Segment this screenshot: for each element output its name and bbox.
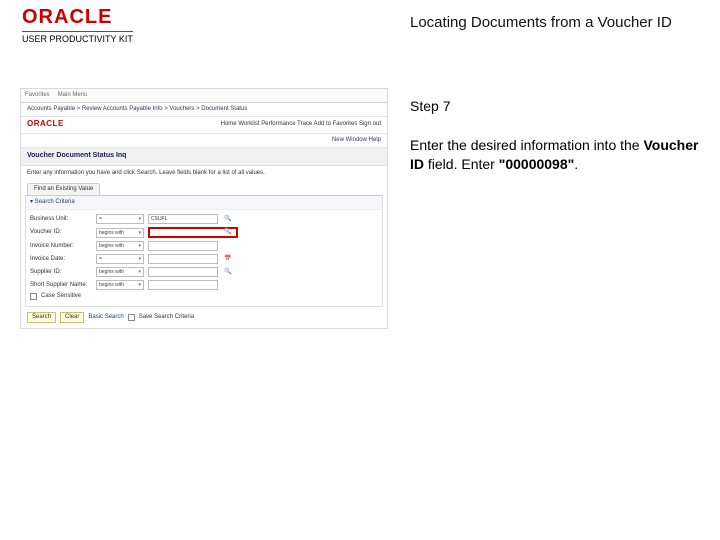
- inp-supplier-id[interactable]: [148, 267, 218, 277]
- lookup-supplier-id-icon[interactable]: 🔍: [222, 269, 234, 276]
- app-help-links: New Window Help: [332, 137, 381, 144]
- lbl-supplier-id: Supplier ID:: [30, 269, 92, 276]
- app-top-links: Home Worklist Performance Trace Add to F…: [221, 121, 381, 128]
- app-global-tabs: Favorites Main Menu: [21, 89, 387, 103]
- instruction-text: Enter the desired information into the V…: [410, 136, 702, 174]
- lbl-invoice-date: Invoice Date:: [30, 256, 92, 263]
- lbl-voucher-id: Voucher ID:: [30, 229, 92, 236]
- app-logo: ORACLE: [27, 119, 64, 129]
- logo-subtext: USER PRODUCTIVITY KIT: [22, 31, 133, 44]
- btn-clear[interactable]: Clear: [60, 312, 84, 323]
- breadcrumb: Accounts Payable > Review Accounts Payab…: [27, 106, 247, 113]
- app-page-header: Voucher Document Status Inq: [21, 148, 387, 165]
- tab-find-existing[interactable]: Find an Existing Value: [27, 183, 100, 195]
- lbl-business-unit: Business Unit:: [30, 216, 92, 223]
- btn-search[interactable]: Search: [27, 312, 56, 323]
- search-form: Business Unit: = CSUFL 🔍 Voucher ID: beg…: [26, 210, 382, 306]
- step-label: Step 7: [410, 98, 702, 114]
- link-worklist[interactable]: Worklist: [238, 121, 259, 127]
- op-business-unit[interactable]: =: [96, 214, 144, 224]
- lookup-business-unit-icon[interactable]: 🔍: [222, 216, 234, 223]
- link-home[interactable]: Home: [221, 121, 237, 127]
- link-favorites[interactable]: Add to Favorites: [314, 121, 358, 127]
- application-screenshot: Favorites Main Menu Accounts Payable > R…: [0, 70, 398, 540]
- cal-invoice-date-icon[interactable]: 📅: [222, 256, 234, 263]
- tab-main-menu[interactable]: Main Menu: [58, 92, 88, 99]
- page-title: Locating Documents from a Voucher ID: [398, 0, 720, 70]
- chk-save-search[interactable]: [128, 314, 135, 321]
- inp-invoice-number[interactable]: [148, 241, 218, 251]
- app-instruction-note: Enter any information you have and click…: [21, 166, 387, 183]
- link-perf-trace[interactable]: Performance Trace: [261, 121, 312, 127]
- section-search-criteria[interactable]: ▾ Search Criteria: [26, 196, 382, 210]
- op-invoice-number[interactable]: begins with: [96, 241, 144, 251]
- op-voucher-id[interactable]: begins with: [96, 228, 144, 238]
- logo-text: ORACLE: [22, 6, 398, 29]
- txt-post: field. Enter: [424, 156, 499, 172]
- lbl-case-sensitive: Case Sensitive: [41, 293, 81, 300]
- link-signout[interactable]: Sign out: [359, 121, 381, 127]
- lbl-invoice-number: Invoice Number:: [30, 243, 92, 250]
- tab-favorites[interactable]: Favorites: [25, 92, 50, 99]
- link-new-window[interactable]: New Window: [332, 137, 367, 143]
- inp-invoice-date[interactable]: [148, 254, 218, 264]
- txt-end: .: [574, 156, 578, 172]
- inp-business-unit[interactable]: CSUFL: [148, 214, 218, 224]
- lbl-short-supplier: Short Supplier Name:: [30, 282, 92, 289]
- brand-logo: ORACLE USER PRODUCTIVITY KIT: [0, 0, 398, 70]
- link-help[interactable]: Help: [369, 137, 381, 143]
- inp-short-supplier[interactable]: [148, 280, 218, 290]
- txt-value: "00000098": [499, 156, 575, 172]
- instruction-panel: Step 7 Enter the desired information int…: [398, 70, 720, 540]
- lookup-voucher-id-icon[interactable]: 🔍: [222, 229, 234, 236]
- op-invoice-date[interactable]: =: [96, 254, 144, 264]
- op-short-supplier[interactable]: begins with: [96, 280, 144, 290]
- txt-pre: Enter the desired information into the: [410, 137, 643, 153]
- link-basic-search[interactable]: Basic Search: [88, 314, 123, 321]
- op-supplier-id[interactable]: begins with: [96, 267, 144, 277]
- button-row: Search Clear Basic Search Save Search Cr…: [21, 307, 387, 328]
- chk-case-sensitive[interactable]: [30, 293, 37, 300]
- lbl-save-search: Save Search Criteria: [139, 314, 194, 321]
